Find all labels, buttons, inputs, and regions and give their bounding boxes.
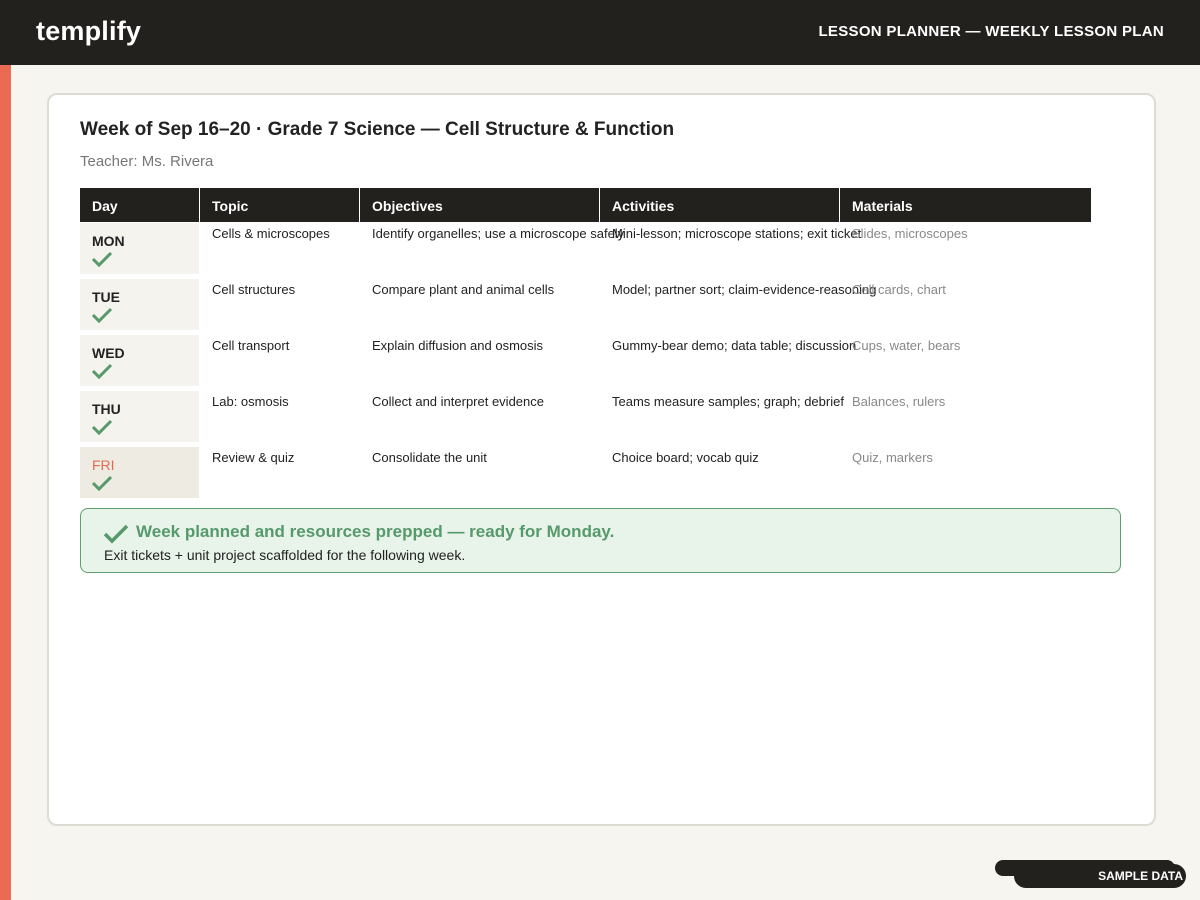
objectives-cell: Consolidate the unit: [372, 450, 487, 465]
day-cell-thu[interactable]: THU: [80, 391, 199, 442]
page-title: Week of Sep 16–20 · Grade 7 Science — Ce…: [80, 119, 675, 140]
topic-cell: Cells & microscopes: [212, 226, 330, 241]
top-bar: templify LESSON PLANNER — WEEKLY LESSON …: [0, 0, 1200, 65]
check-icon: [92, 475, 112, 491]
day-label: THU: [92, 401, 121, 417]
column-header-activities: Activities: [600, 188, 839, 222]
materials-cell: Cell cards, chart: [852, 282, 946, 297]
check-icon: [92, 251, 112, 267]
topic-cell: Cell structures: [212, 282, 296, 297]
day-label: MON: [92, 233, 125, 249]
day-cell-mon[interactable]: MON: [80, 223, 199, 274]
check-icon: [92, 363, 112, 379]
materials-cell: Balances, rulers: [852, 394, 946, 409]
materials-cell: Quiz, markers: [852, 450, 933, 465]
column-header-materials: Materials: [840, 188, 1091, 222]
accent-strip: [0, 65, 11, 900]
sample-data-badge: SAMPLE DATA: [1014, 864, 1186, 888]
column-header-day: Day: [80, 188, 199, 222]
materials-cell: Cups, water, bears: [852, 338, 961, 353]
check-icon: [103, 524, 129, 544]
activities-cell: Teams measure samples; graph; debrief: [612, 394, 844, 409]
day-label: TUE: [92, 289, 120, 305]
brand-logo[interactable]: templify: [36, 16, 141, 47]
activities-cell: Gummy-bear demo; data table; discussion: [612, 338, 857, 353]
objectives-cell: Explain diffusion and osmosis: [372, 338, 544, 353]
column-header-objectives: Objectives: [360, 188, 599, 222]
section-title: LESSON PLANNER — WEEKLY LESSON PLAN: [818, 23, 1164, 40]
objectives-cell: Identify organelles; use a microscope sa…: [372, 226, 625, 241]
activities-cell: Choice board; vocab quiz: [612, 450, 759, 465]
objectives-cell: Collect and interpret evidence: [372, 394, 544, 409]
day-label: FRI: [92, 457, 115, 473]
activities-cell: Mini-lesson; microscope stations; exit t…: [612, 226, 862, 241]
day-label: WED: [92, 345, 125, 361]
banner-title: Week planned and resources prepped — rea…: [136, 522, 615, 541]
activities-cell: Model; partner sort; claim-evidence-reas…: [612, 282, 877, 297]
status-banner: Week planned and resources prepped — rea…: [80, 508, 1121, 573]
teacher-name: Teacher: Ms. Rivera: [80, 153, 214, 170]
topic-cell: Cell transport: [212, 338, 290, 353]
day-cell-fri[interactable]: FRI: [80, 447, 199, 498]
check-icon: [92, 419, 112, 435]
banner-subtitle: Exit tickets + unit project scaffolded f…: [104, 547, 466, 563]
day-cell-wed[interactable]: WED: [80, 335, 199, 386]
check-icon: [92, 307, 112, 323]
column-header-topic: Topic: [200, 188, 359, 222]
objectives-cell: Compare plant and animal cells: [372, 282, 555, 297]
topic-cell: Review & quiz: [212, 450, 295, 465]
topic-cell: Lab: osmosis: [212, 394, 289, 409]
day-cell-tue[interactable]: TUE: [80, 279, 199, 330]
materials-cell: Slides, microscopes: [852, 226, 968, 241]
